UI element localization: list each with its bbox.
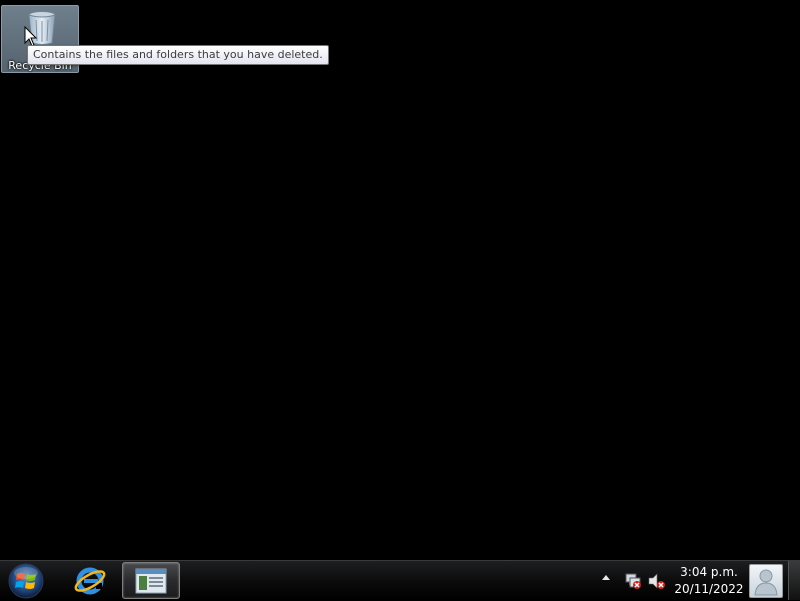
show-desktop-button[interactable] — [788, 561, 800, 600]
taskbar-clock[interactable]: 3:04 p.m. 20/11/2022 — [672, 564, 746, 598]
taskbar: 3:04 p.m. 20/11/2022 — [0, 560, 800, 600]
windows-start-orb-icon[interactable] — [6, 562, 46, 600]
user-account-button[interactable] — [749, 564, 783, 598]
clock-date: 20/11/2022 — [674, 582, 744, 596]
chevron-up-icon[interactable] — [602, 575, 610, 580]
taskbar-button-windows-explorer[interactable] — [122, 562, 180, 599]
recycle-bin-tooltip: Contains the files and folders that you … — [27, 45, 329, 65]
clock-time: 3:04 p.m. — [680, 565, 738, 579]
volume-muted-icon[interactable] — [648, 572, 666, 590]
user-avatar-icon — [754, 569, 778, 596]
internet-explorer-icon[interactable] — [72, 563, 108, 599]
network-disconnected-icon[interactable] — [624, 572, 642, 590]
windows-explorer-icon — [135, 568, 167, 594]
